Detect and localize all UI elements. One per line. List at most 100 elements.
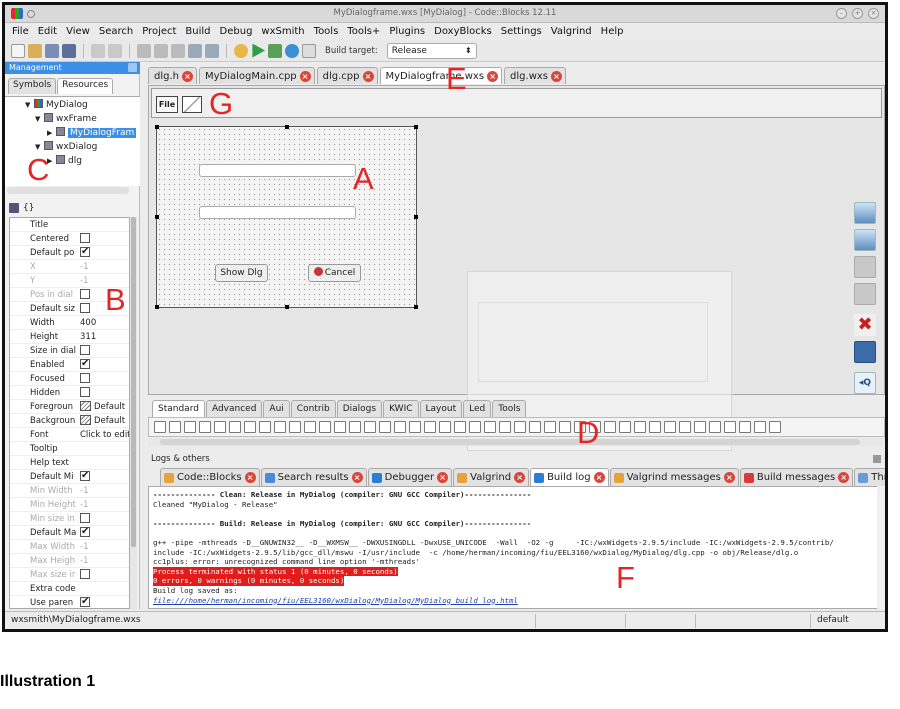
property-checkbox[interactable]: [80, 595, 90, 608]
build-target-select[interactable]: Release ⬍: [386, 42, 477, 59]
animation-widget-icon[interactable]: [544, 421, 556, 433]
grid-widget-icon[interactable]: [394, 421, 406, 433]
resize-handle[interactable]: [155, 305, 159, 309]
menu-help[interactable]: Help: [601, 26, 624, 37]
palette-tab-dialogs[interactable]: Dialogs: [336, 400, 383, 417]
property-value[interactable]: 311: [80, 330, 96, 344]
chevron-right-icon[interactable]: ▶: [47, 127, 56, 140]
property-row[interactable]: Min Height -1: [10, 498, 129, 512]
tab-dlg-wxs[interactable]: dlg.wxs ×: [504, 67, 567, 84]
open-icon[interactable]: [28, 43, 42, 58]
property-checkbox[interactable]: [80, 469, 90, 484]
checkbox[interactable]: [80, 233, 90, 243]
richtext-widget-icon[interactable]: [709, 421, 721, 433]
static-box-widget-icon[interactable]: [424, 421, 436, 433]
expand-icon[interactable]: ▼: [25, 99, 34, 112]
media-widget-icon[interactable]: [739, 421, 751, 433]
property-value[interactable]: Click to edit: [80, 428, 129, 442]
radio-button-widget-icon[interactable]: [214, 421, 226, 433]
dialog-canvas[interactable]: Show Dlg Cancel: [155, 125, 418, 309]
delete-icon[interactable]: ✖: [854, 314, 876, 336]
spin-control-widget-icon[interactable]: [304, 421, 316, 433]
property-row[interactable]: Height 311: [10, 330, 129, 344]
property-checkbox[interactable]: [80, 357, 90, 372]
tool-bar-widget-icon[interactable]: [649, 421, 661, 433]
build-and-run-icon[interactable]: [268, 43, 282, 58]
menu-doxyblocks[interactable]: DoxyBlocks: [434, 26, 492, 37]
properties-scrollbar[interactable]: [130, 217, 137, 609]
log-tab[interactable]: Debugger ×: [367, 468, 453, 486]
palette-tab-led[interactable]: Led: [463, 400, 492, 417]
expand-icon[interactable]: ▼: [35, 113, 44, 126]
choice-widget-icon[interactable]: [274, 421, 286, 433]
text-control-2[interactable]: [199, 206, 356, 219]
checkbox[interactable]: [80, 513, 90, 523]
property-row[interactable]: Title: [10, 218, 129, 232]
close-tab-icon[interactable]: ×: [551, 71, 563, 82]
palette-tab-advanced[interactable]: Advanced: [205, 400, 263, 417]
palette-tab-contrib[interactable]: Contrib: [290, 400, 336, 417]
menu-plugins[interactable]: Plugins: [389, 26, 425, 37]
listbox-widget-icon[interactable]: [244, 421, 256, 433]
property-row[interactable]: Centered: [10, 232, 129, 246]
property-value[interactable]: 400: [80, 316, 96, 330]
close-tab-icon[interactable]: ×: [838, 472, 850, 483]
minimize-icon[interactable]: –: [836, 8, 847, 19]
resize-handle[interactable]: [414, 215, 418, 219]
preview-icon[interactable]: [854, 341, 876, 363]
abort-icon[interactable]: [302, 43, 316, 58]
properties-grid-icon[interactable]: [9, 203, 19, 213]
close-panel-icon[interactable]: [128, 63, 137, 72]
property-row[interactable]: Max size ir: [10, 568, 129, 582]
insert-parent-icon[interactable]: [854, 283, 876, 305]
property-row[interactable]: Use paren: [10, 595, 129, 608]
copy-icon[interactable]: [154, 43, 168, 58]
property-row[interactable]: Enabled: [10, 357, 129, 372]
close-tab-icon[interactable]: ×: [487, 71, 499, 82]
hyperlink-widget-icon[interactable]: [469, 421, 481, 433]
property-row[interactable]: Min Width -1: [10, 484, 129, 498]
menu-search[interactable]: Search: [99, 26, 133, 37]
date-picker-widget-icon[interactable]: [484, 421, 496, 433]
tree-item-wxframe[interactable]: ▼ wxFrame: [35, 113, 97, 126]
checkbox[interactable]: [80, 469, 90, 483]
paste-icon[interactable]: [171, 43, 185, 58]
text-control-1[interactable]: [199, 164, 356, 177]
text-control-widget-icon[interactable]: [289, 421, 301, 433]
checkbox[interactable]: [80, 289, 90, 299]
build-icon[interactable]: [234, 43, 248, 58]
property-checkbox[interactable]: [80, 288, 90, 302]
resize-handle[interactable]: [155, 215, 159, 219]
property-row[interactable]: Size in dial: [10, 344, 129, 358]
property-row[interactable]: Hidden: [10, 386, 129, 400]
text-label-widget-icon[interactable]: [724, 421, 736, 433]
combobox-widget-icon[interactable]: [259, 421, 271, 433]
tree-control-widget-icon[interactable]: [379, 421, 391, 433]
property-row[interactable]: Font Click to edit: [10, 428, 129, 442]
log-scrollbar[interactable]: [877, 486, 885, 609]
list-control-widget-icon[interactable]: [364, 421, 376, 433]
menu-edit[interactable]: Edit: [38, 26, 57, 37]
checkbox[interactable]: [80, 245, 90, 259]
property-row[interactable]: Default Ma: [10, 525, 129, 540]
log-tab[interactable]: Valgrind ×: [453, 468, 530, 486]
property-checkbox[interactable]: [80, 344, 90, 358]
search-control-widget-icon[interactable]: [529, 421, 541, 433]
run-icon[interactable]: [252, 43, 265, 58]
close-tab-icon[interactable]: ×: [437, 472, 449, 483]
log-tab[interactable]: Search results ×: [260, 468, 367, 486]
property-row[interactable]: Min size in: [10, 512, 129, 526]
redo-icon[interactable]: [108, 43, 122, 58]
slider-widget-icon[interactable]: [319, 421, 331, 433]
property-row[interactable]: Width 400: [10, 316, 129, 330]
scrollbar-thumb[interactable]: [160, 439, 860, 445]
extra-widget-icon[interactable]: [769, 421, 781, 433]
menu-tools-plus[interactable]: Tools+: [347, 26, 380, 37]
palette-tab-layout[interactable]: Layout: [419, 400, 463, 417]
cut-icon[interactable]: [137, 43, 151, 58]
file-button[interactable]: File: [156, 96, 178, 113]
bitmap-button-widget-icon[interactable]: [184, 421, 196, 433]
property-checkbox[interactable]: [80, 302, 90, 316]
property-checkbox[interactable]: [80, 245, 90, 260]
save-all-icon[interactable]: [62, 43, 76, 58]
